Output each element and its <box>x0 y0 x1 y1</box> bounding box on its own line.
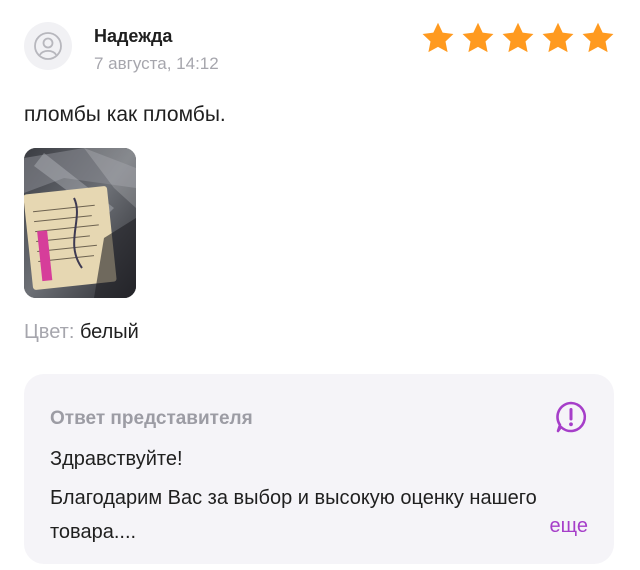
reply-title: Ответ представителя <box>50 408 253 429</box>
review-header: Надежда 7 августа, 14:12 <box>24 20 616 80</box>
author-name: Надежда <box>94 26 173 46</box>
product-photo <box>24 148 136 298</box>
review-date: 7 августа, 14:12 <box>94 54 219 73</box>
star-icon <box>582 22 614 53</box>
star-icon <box>502 22 534 53</box>
color-value: белый <box>79 321 139 343</box>
review-text: пломбы как пломбы. <box>24 103 226 126</box>
rating-stars <box>420 20 616 56</box>
reply-greeting: Здравствуйте! <box>50 448 183 470</box>
seller-reply-card: Ответ представителя Здравствуйте! Благод… <box>24 374 614 564</box>
exclamation-bubble-icon[interactable] <box>554 400 588 434</box>
color-info: Цвет: белый <box>24 321 139 344</box>
user-icon <box>34 32 62 60</box>
color-label: Цвет: <box>24 321 75 343</box>
reply-body: Благодарим Вас за выбор и высокую оценку… <box>50 487 537 543</box>
star-icon <box>422 22 454 53</box>
review-photo[interactable] <box>24 148 136 298</box>
avatar[interactable] <box>24 22 72 70</box>
star-icon <box>462 22 494 53</box>
star-icon <box>542 22 574 53</box>
show-more-link[interactable]: еще <box>550 515 588 538</box>
